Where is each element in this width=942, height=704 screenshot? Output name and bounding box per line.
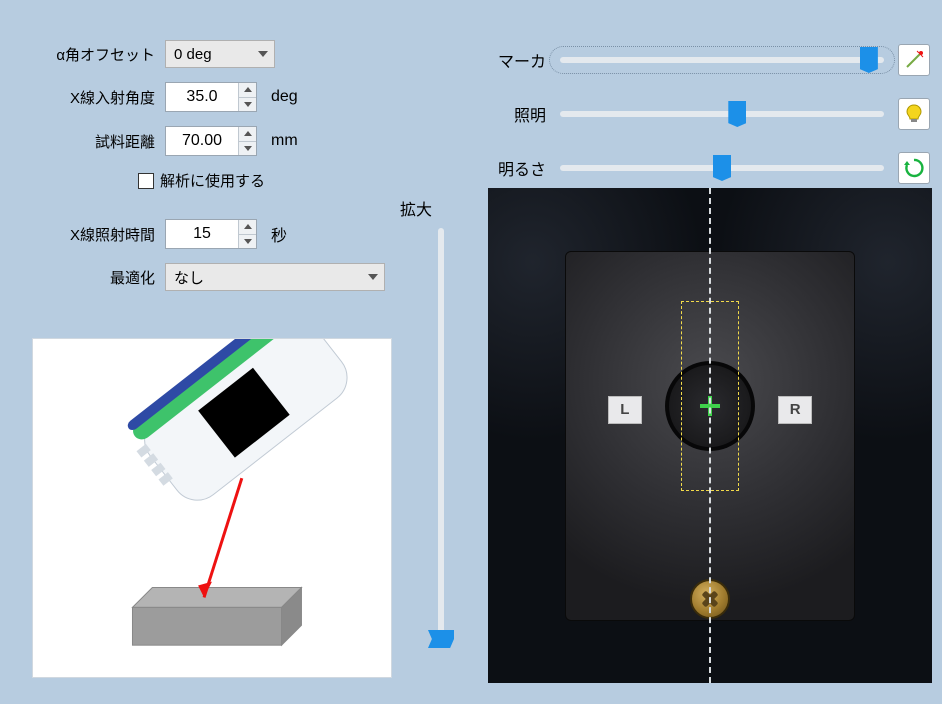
spinner-up-button[interactable] <box>239 127 256 141</box>
illumination-slider-row: 照明 <box>490 98 930 130</box>
bulb-icon[interactable] <box>898 98 930 130</box>
alpha-offset-row: α角オフセット 0 deg <box>0 40 400 68</box>
sample-distance-spinner[interactable] <box>165 126 257 156</box>
optimization-label: 最適化 <box>0 267 165 288</box>
chevron-down-icon <box>258 51 268 57</box>
exposure-time-label: X線照射時間 <box>0 224 165 245</box>
optimization-value: なし <box>174 267 204 288</box>
sample-distance-input[interactable] <box>166 127 238 155</box>
exposure-time-row: X線照射時間 秒 <box>0 219 400 249</box>
alpha-offset-value: 0 deg <box>174 46 212 63</box>
alpha-offset-combo[interactable]: 0 deg <box>165 40 275 68</box>
spinner-down-button[interactable] <box>239 234 256 249</box>
illumination-slider-track[interactable] <box>560 111 884 117</box>
incident-angle-input[interactable] <box>166 83 238 111</box>
marker-slider-row: マーカ <box>490 44 930 76</box>
use-for-analysis-row: 解析に使用する <box>0 170 400 191</box>
marker-slider-thumb[interactable] <box>860 47 878 73</box>
chevron-down-icon <box>368 274 378 280</box>
brightness-label: 明るさ <box>490 156 560 180</box>
brightness-slider-thumb[interactable] <box>713 155 731 181</box>
use-for-analysis-label: 解析に使用する <box>160 170 265 191</box>
zoom-label: 拡大 <box>400 196 432 220</box>
exposure-time-input[interactable] <box>166 220 238 248</box>
spinner-down-button[interactable] <box>239 141 256 156</box>
sample-distance-unit: mm <box>271 132 298 150</box>
camera-viewport[interactable]: L R <box>488 188 932 683</box>
incident-angle-unit: deg <box>271 88 298 106</box>
settings-panel: α角オフセット 0 deg X線入射角度 de <box>0 0 400 305</box>
zoom-slider-thumb[interactable] <box>428 630 454 648</box>
alpha-offset-label: α角オフセット <box>0 44 165 65</box>
stage-label-right: R <box>778 396 812 424</box>
exposure-time-spinner[interactable] <box>165 219 257 249</box>
wand-icon[interactable] <box>898 44 930 76</box>
brightness-slider-track[interactable] <box>560 165 884 171</box>
stage-label-left: L <box>608 396 642 424</box>
exposure-time-unit: 秒 <box>271 222 287 246</box>
spinner-up-button[interactable] <box>239 83 256 97</box>
incident-angle-row: X線入射角度 deg <box>0 82 400 112</box>
center-guide-line <box>709 188 711 683</box>
spinner-down-button[interactable] <box>239 97 256 112</box>
sample-distance-row: 試料距離 mm <box>0 126 400 156</box>
spinner-up-button[interactable] <box>239 220 256 234</box>
marker-label: マーカ <box>490 48 560 72</box>
illumination-label: 照明 <box>490 102 560 126</box>
use-for-analysis-checkbox[interactable] <box>138 173 154 189</box>
incident-angle-spinner[interactable] <box>165 82 257 112</box>
refresh-icon[interactable] <box>898 152 930 184</box>
brightness-slider-row: 明るさ <box>490 152 930 184</box>
illumination-slider-thumb[interactable] <box>728 101 746 127</box>
optimization-row: 最適化 なし <box>0 263 400 291</box>
geometry-diagram <box>32 338 392 678</box>
zoom-slider-track[interactable] <box>438 228 444 648</box>
optimization-combo[interactable]: なし <box>165 263 385 291</box>
marker-slider-track[interactable] <box>560 57 884 63</box>
incident-angle-label: X線入射角度 <box>0 87 165 108</box>
sample-distance-label: 試料距離 <box>0 131 165 152</box>
